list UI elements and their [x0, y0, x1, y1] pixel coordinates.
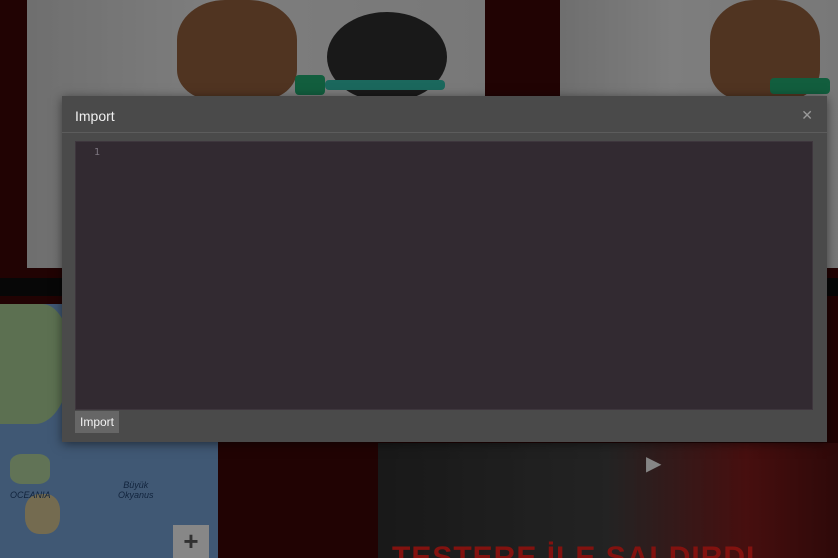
modal-header: Import ✕ [62, 96, 827, 133]
editor-gutter: 1 [76, 142, 102, 409]
modal-title: Import [75, 108, 115, 124]
line-number: 1 [93, 147, 100, 158]
editor-text-area[interactable] [106, 142, 812, 409]
close-icon[interactable]: ✕ [801, 107, 813, 124]
import-modal: Import ✕ 1 Import [62, 96, 827, 442]
import-button[interactable]: Import [75, 411, 120, 433]
code-editor[interactable]: 1 [75, 141, 813, 410]
